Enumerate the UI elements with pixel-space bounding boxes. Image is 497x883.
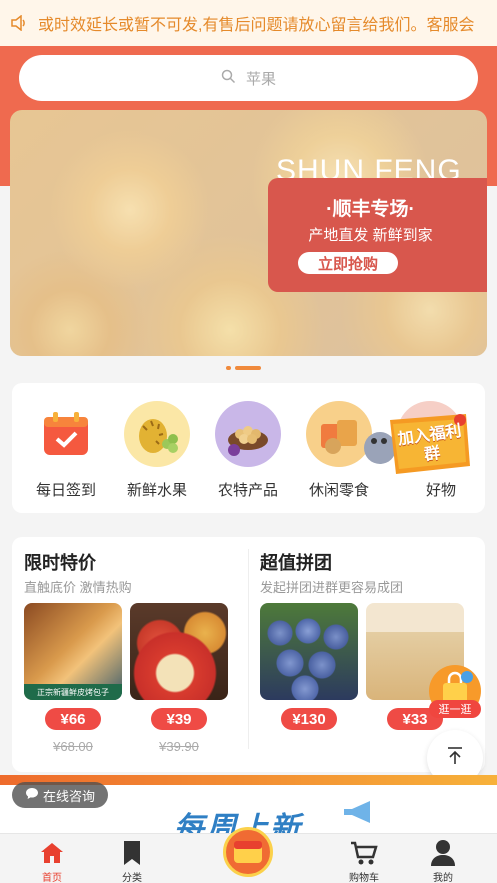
online-consult-button[interactable]: 在线咨询 — [12, 782, 108, 808]
deals-divider — [248, 549, 249, 749]
tab-label: 我的 — [433, 873, 453, 883]
category-daily-checkin[interactable]: 每日签到 — [30, 401, 102, 500]
product-old-price: ¥39.90 — [159, 739, 199, 754]
product-price: ¥130 — [281, 708, 337, 730]
flash-sale-title[interactable]: 限时特价 — [24, 549, 96, 575]
product-price: ¥39 — [151, 708, 207, 730]
product-image-caption: 正宗新疆鲜皮烤包子 — [24, 684, 122, 700]
banner-promo-card: ·顺丰专场· 产地直发 新鲜到家 立即抢购 — [268, 178, 487, 292]
calendar-check-icon — [33, 401, 99, 467]
nuts-icon — [215, 401, 281, 467]
chat-bubble-icon — [25, 787, 39, 803]
product-image — [130, 603, 228, 700]
tab-cart[interactable]: 购物车 — [334, 838, 394, 883]
megaphone-icon — [340, 799, 380, 830]
speaker-icon — [0, 0, 38, 46]
carousel-dot — [226, 366, 231, 370]
group-buy-title[interactable]: 超值拼团 — [260, 549, 332, 575]
carousel-dot-active — [235, 366, 261, 370]
user-icon — [413, 838, 473, 868]
notice-bar: 或时效延长或暂不可发,有售后问题请放心留言给我们。客服会 — [0, 0, 497, 46]
category-label: 新鲜水果 — [126, 482, 187, 499]
flash-product-card[interactable]: ¥39 ¥39.90 — [130, 603, 228, 754]
group-buy-subtitle: 发起拼团进群更容易成团 — [260, 580, 404, 595]
product-image: 正宗新疆鲜皮烤包子 — [24, 603, 122, 700]
tab-profile[interactable]: 我的 — [413, 838, 473, 883]
product-old-price: ¥68.00 — [53, 739, 93, 754]
tab-home[interactable]: 首页 — [22, 838, 82, 883]
tab-category[interactable]: 分类 — [102, 838, 162, 883]
flash-sale-subtitle: 直触底价 激情热购 — [24, 580, 132, 595]
group-product-card[interactable]: ¥130 — [260, 603, 358, 730]
join-welfare-group-badge[interactable]: 加入福利群 — [362, 408, 474, 488]
deals-panel: 限时特价 直触底价 激情热购 正宗新疆鲜皮烤包子 ¥66 ¥68.00 ¥39 … — [12, 537, 485, 772]
search-input[interactable]: 苹果 — [19, 55, 478, 101]
flash-product-card[interactable]: 正宗新疆鲜皮烤包子 ¥66 ¥68.00 — [24, 603, 122, 754]
promo-banner[interactable]: SHUN FENG ·顺丰专场· 产地直发 新鲜到家 立即抢购 — [10, 110, 487, 356]
category-fresh-fruit[interactable]: 新鲜水果 — [121, 401, 193, 500]
home-icon — [22, 838, 82, 868]
product-image — [260, 603, 358, 700]
banner-promo-title: ·顺丰专场· — [326, 199, 415, 220]
carousel-indicator — [226, 366, 261, 370]
category-label: 每日签到 — [35, 482, 96, 499]
durian-icon — [124, 401, 190, 467]
browse-shop-label[interactable]: 逛一逛 — [429, 700, 481, 718]
tab-label: 首页 — [42, 873, 62, 883]
search-placeholder: 苹果 — [245, 70, 276, 88]
tab-label: 分类 — [122, 873, 142, 883]
category-local-specialty[interactable]: 农特产品 — [212, 401, 284, 500]
cart-icon — [334, 838, 394, 868]
arrow-up-icon — [444, 745, 466, 772]
category-label: 农特产品 — [217, 482, 278, 499]
banner-promo-subtitle: 产地直发 新鲜到家 — [308, 227, 433, 244]
tab-label: 购物车 — [349, 873, 379, 883]
bookmark-icon — [102, 838, 162, 868]
center-promo-button[interactable] — [223, 827, 273, 877]
notice-text: 或时效延长或暂不可发,有售后问题请放心留言给我们。客服会 — [38, 17, 475, 34]
search-icon — [221, 69, 236, 88]
buy-now-button[interactable]: 立即抢购 — [298, 252, 398, 274]
product-price: ¥66 — [45, 708, 101, 730]
online-consult-label: 在线咨询 — [42, 788, 95, 804]
